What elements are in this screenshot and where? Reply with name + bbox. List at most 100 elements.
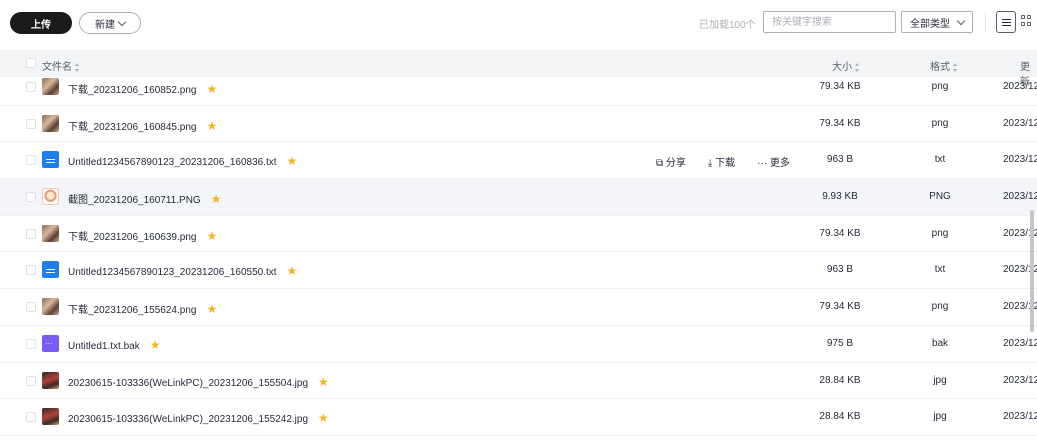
file-format: jpg	[933, 374, 947, 386]
table-row[interactable]: Untitled1.txt.bak ★ 975 B bak 2023/12	[0, 326, 1037, 363]
row-checkbox[interactable]	[26, 155, 36, 166]
file-name[interactable]: 下载_20231206_160845.png ★	[68, 118, 217, 133]
file-format: jpg	[933, 411, 947, 423]
table-row[interactable]: 下载_20231206_160852.png ★ 79.34 KB png 2023/1…	[0, 69, 1037, 106]
row-checkbox[interactable]	[26, 265, 36, 276]
star-icon[interactable]: ★	[206, 229, 217, 243]
share-button[interactable]: ⧉ 分享	[656, 154, 686, 169]
file-name[interactable]: 截图_20231206_160711.PNG ★	[68, 191, 221, 206]
file-name-text: 下载_20231206_160639.png	[68, 231, 197, 243]
table-row[interactable]: Untitled1234567890123_20231206_160836.tx…	[0, 142, 1037, 180]
table-row[interactable]: 下载_20231206_155624.png ★ 79.34 KB png 2023/1…	[0, 289, 1037, 326]
file-format: PNG	[929, 191, 951, 203]
file-size: 79.34 KB	[819, 117, 861, 129]
file-size: 28.84 KB	[819, 374, 861, 386]
file-size: 9.93 KB	[822, 191, 858, 203]
file-name[interactable]: 20230615-103336(WeLinkPC)_20231206_15550…	[68, 375, 329, 389]
file-name-text: 截图_20231206_160711.PNG	[68, 195, 201, 207]
file-date: 2023/12	[1003, 117, 1037, 129]
chevron-down-icon	[117, 17, 127, 26]
type-filter-select[interactable]: 全部类型	[901, 11, 973, 33]
table-row[interactable]: 下载_20231206_160639.png ★ 79.34 KB png 2023/1…	[0, 216, 1037, 253]
file-size: 963 B	[826, 264, 854, 276]
new-button[interactable]: 新建	[79, 12, 141, 34]
photo-icon	[42, 224, 59, 242]
photo-icon	[42, 408, 59, 426]
file-format: png	[931, 227, 949, 239]
star-icon[interactable]: ★	[206, 302, 217, 316]
list-view-icon[interactable]	[996, 11, 1016, 33]
photo-icon	[42, 298, 59, 316]
file-name-text: 下载_20231206_160845.png	[68, 121, 197, 133]
file-name[interactable]: 下载_20231206_155624.png ★	[68, 301, 217, 316]
file-size: 963 B	[826, 154, 854, 166]
file-name-text: 20230615-103336(WeLinkPC)_20231206_15524…	[68, 414, 309, 426]
search-input[interactable]	[763, 11, 896, 33]
star-icon[interactable]: ★	[206, 119, 217, 133]
upload-button[interactable]: 上传	[10, 12, 72, 34]
star-icon[interactable]: ★	[287, 154, 298, 168]
backup-file-icon	[42, 334, 59, 352]
star-icon[interactable]: ★	[150, 338, 161, 352]
file-format: png	[931, 81, 949, 92]
row-checkbox[interactable]	[26, 375, 36, 386]
loaded-count: 已加载100个	[699, 20, 756, 31]
file-name-text: 下载_20231206_155624.png	[68, 305, 197, 317]
row-checkbox[interactable]	[26, 412, 36, 423]
file-date: 2023/12	[1003, 411, 1037, 423]
file-name-text: 下载_20231206_160852.png	[68, 85, 197, 96]
star-icon[interactable]: ★	[318, 375, 329, 389]
photo-icon	[42, 371, 59, 389]
row-checkbox[interactable]	[26, 338, 36, 349]
row-checkbox[interactable]	[26, 118, 36, 129]
file-name[interactable]: 下载_20231206_160639.png ★	[68, 228, 217, 243]
table-row[interactable]: Untitled1234567890123_20231206_160550.tx…	[0, 252, 1037, 290]
star-icon[interactable]: ★	[206, 82, 217, 96]
row-checkbox[interactable]	[26, 302, 36, 313]
file-name[interactable]: 下载_20231206_160852.png ★	[68, 81, 217, 96]
file-date: 2023/12	[1003, 191, 1037, 203]
table-row[interactable]: 20230615-103336(WeLinkPC)_20231206_15550…	[0, 363, 1037, 400]
file-date: 2023/12	[1003, 337, 1037, 349]
file-name[interactable]: Untitled1234567890123_20231206_160550.tx…	[68, 264, 297, 278]
file-name[interactable]: 20230615-103336(WeLinkPC)_20231206_15524…	[68, 411, 329, 425]
file-size: 975 B	[826, 337, 854, 349]
file-size: 79.34 KB	[819, 81, 861, 92]
file-name-text: 20230615-103336(WeLinkPC)_20231206_15550…	[68, 377, 309, 389]
file-name[interactable]: Untitled1.txt.bak ★	[68, 338, 160, 352]
scrollbar[interactable]	[1030, 210, 1034, 332]
star-icon[interactable]: ★	[287, 264, 298, 278]
table-row[interactable]: 截图_20231206_160711.PNG ★ 9.93 KB PNG 2023/12	[0, 179, 1037, 216]
file-size: 79.34 KB	[819, 301, 861, 313]
file-format: png	[931, 301, 949, 313]
row-checkbox[interactable]	[26, 228, 36, 239]
table-row[interactable]: 20230615-103336(WeLinkPC)_20231206_15524…	[0, 399, 1037, 436]
row-checkbox[interactable]	[26, 192, 36, 203]
file-name-text: Untitled1234567890123_20231206_160550.tx…	[68, 267, 277, 279]
row-actions: ⧉ 分享 ⤓ 下载 ··· 更多	[656, 154, 790, 169]
table-row[interactable]: 下载_20231206_160845.png ★ 79.34 KB png 2023/1…	[0, 106, 1037, 143]
file-name[interactable]: Untitled1234567890123_20231206_160836.tx…	[68, 154, 297, 168]
toolbar: 上传 新建 已加载100个 全部类型	[0, 0, 1037, 44]
file-date: 2023/12	[1003, 81, 1037, 92]
file-size: 79.34 KB	[819, 227, 861, 239]
file-date: 2023/12	[1003, 374, 1037, 386]
row-checkbox[interactable]	[26, 82, 36, 92]
download-button[interactable]: ⤓ 下载	[708, 154, 735, 169]
star-icon[interactable]: ★	[318, 411, 329, 425]
file-table-body: 下载_20231206_160852.png ★ 79.34 KB png 2023/1…	[0, 69, 1037, 436]
star-icon[interactable]: ★	[211, 192, 222, 206]
select-all-checkbox[interactable]	[26, 58, 36, 68]
photo-icon	[42, 114, 59, 132]
image-icon	[42, 188, 59, 206]
chevron-down-icon	[956, 16, 966, 25]
file-format: png	[931, 117, 949, 129]
file-size: 28.84 KB	[819, 411, 861, 423]
more-button[interactable]: ··· 更多	[757, 154, 790, 169]
file-format: bak	[931, 337, 949, 349]
document-icon	[42, 151, 59, 169]
file-format: txt	[934, 154, 946, 166]
photo-icon	[42, 78, 59, 95]
grid-view-icon[interactable]	[1021, 15, 1033, 27]
file-format: txt	[934, 264, 946, 276]
